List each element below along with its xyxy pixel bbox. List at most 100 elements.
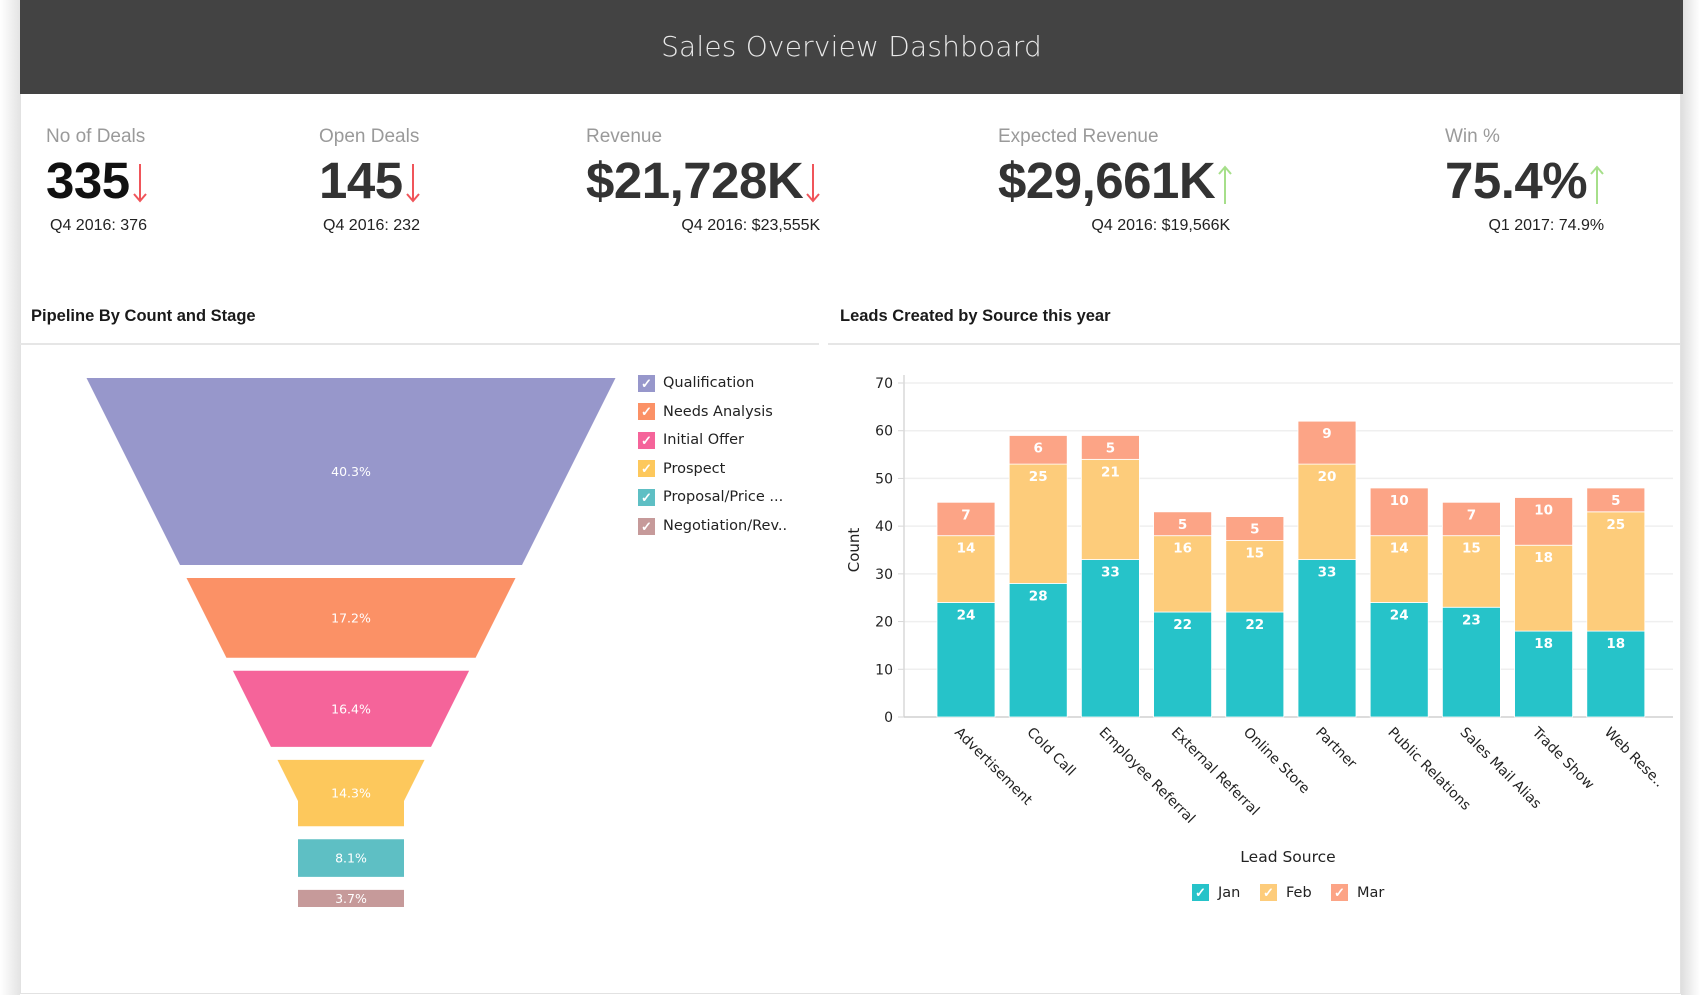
bar-data-label: 5: [1250, 522, 1259, 538]
y-tick-label: 20: [875, 615, 893, 631]
funnel-stage-initial-offer[interactable]: 16.4%: [232, 670, 470, 747]
bar-data-label: 23: [1462, 612, 1481, 628]
bar-group-partner[interactable]: 33 20 9: [1297, 420, 1357, 718]
checkbox-checked-icon[interactable]: ✓: [638, 431, 655, 449]
bar-group-advertisement[interactable]: 24 14 7: [936, 501, 996, 718]
legend-label: Needs Analysis: [663, 403, 773, 420]
bar-group-online-store[interactable]: 22 15 5: [1225, 516, 1285, 718]
bar-data-label: 15: [1245, 545, 1264, 561]
bar-data-label: 5: [1611, 493, 1620, 509]
checkbox-checked-icon[interactable]: ✓: [1331, 884, 1348, 901]
y-tick-label: 50: [875, 471, 893, 487]
bar-group-trade-show[interactable]: 18 18 10: [1514, 497, 1573, 718]
kpi-value: $29,661K: [998, 152, 1216, 209]
funnel-stage-qualification[interactable]: 40.3%: [86, 378, 616, 565]
bar-panel-title: Leads Created by Source this year: [840, 307, 1111, 325]
bar-group-sales-mail-alias[interactable]: 23 15 7: [1442, 501, 1501, 718]
x-tick-label: Trade Show: [1528, 724, 1597, 793]
bar-group-public-relations[interactable]: 24 14 10: [1369, 487, 1429, 718]
x-tick-label: Advertisement: [951, 725, 1035, 809]
bar-data-label: 15: [1462, 541, 1481, 557]
funnel-segment-label: 3.7%: [335, 891, 367, 906]
bar-data-label: 25: [1606, 517, 1625, 533]
kpi-label: Expected Revenue: [998, 126, 1159, 147]
legend-label: Mar: [1357, 884, 1385, 901]
legend-label: Qualification: [663, 375, 755, 391]
bar-data-label: 16: [1173, 541, 1192, 557]
bar-data-label: 7: [961, 507, 970, 523]
bar-data-label: 22: [1245, 617, 1264, 633]
bar-group-web-rese-[interactable]: 18 25 5: [1586, 487, 1646, 718]
checkbox-checked-icon[interactable]: ✓: [638, 460, 655, 478]
funnel-segment-label: 8.1%: [335, 851, 367, 866]
bar-data-label: 24: [1390, 607, 1409, 623]
bar-legend-item-mar[interactable]: ✓ Mar: [1331, 884, 1384, 901]
legend-label: Feb: [1286, 884, 1312, 901]
funnel-stage-proposal-price-quote[interactable]: 8.1%: [298, 839, 404, 877]
checkbox-checked-icon[interactable]: ✓: [638, 488, 655, 506]
bar-data-label: 5: [1178, 517, 1187, 533]
bar-legend-item-jan[interactable]: ✓ Jan: [1192, 884, 1240, 901]
funnel-stage-prospect[interactable]: 14.3%: [277, 759, 425, 827]
funnel-segment-label: 16.4%: [331, 701, 371, 716]
funnel-segment-label: 40.3%: [331, 464, 371, 479]
y-tick-label: 70: [875, 376, 893, 392]
kpi-comparison: Q4 2016: $19,566K: [1091, 217, 1231, 234]
legend-label: Negotiation/Rev..: [663, 518, 788, 534]
funnel-legend-item[interactable]: ✓ Negotiation/Rev..: [638, 516, 787, 536]
trend-up-arrow-icon: [1590, 165, 1604, 204]
y-tick-label: 30: [875, 567, 893, 583]
x-tick-label: Web Rese..: [1601, 725, 1667, 791]
y-tick-label: 10: [875, 662, 893, 678]
checkbox-checked-icon[interactable]: ✓: [638, 517, 655, 535]
bar-legend-item-feb[interactable]: ✓ Feb: [1260, 884, 1312, 901]
kpi-value: 75.4%: [1445, 152, 1588, 209]
checkbox-checked-icon[interactable]: ✓: [638, 403, 655, 421]
bar-data-label: 7: [1467, 507, 1476, 523]
x-axis-title: Lead Source: [1240, 848, 1335, 866]
legend-label: Prospect: [663, 460, 726, 477]
funnel-legend-item[interactable]: ✓ Initial Offer: [638, 430, 744, 450]
checkbox-checked-icon[interactable]: ✓: [1260, 884, 1277, 901]
bar-data-label: 10: [1534, 503, 1553, 519]
kpi-label: Win %: [1445, 126, 1500, 147]
bar-data-label: 24: [957, 607, 976, 623]
bar-group-external-referral[interactable]: 22 16 5: [1153, 511, 1213, 718]
bar-data-label: 18: [1534, 550, 1553, 566]
x-tick-label: Cold Call: [1023, 725, 1078, 780]
bar-group-cold-call[interactable]: 28 25 6: [1008, 435, 1068, 718]
legend-label: Proposal/Price ...: [663, 489, 784, 506]
bar-segment-jan[interactable]: [1297, 559, 1357, 718]
bar-data-label: 18: [1606, 636, 1625, 652]
funnel-segment-label: 17.2%: [331, 610, 371, 625]
checkbox-checked-icon[interactable]: ✓: [1192, 884, 1209, 901]
funnel-stage-needs-analysis[interactable]: 17.2%: [186, 577, 516, 658]
leads-bar-chart: 010203040506070Count24147Advertisement28…: [845, 375, 1673, 866]
checkbox-checked-icon[interactable]: ✓: [638, 374, 655, 392]
legend-label: Jan: [1218, 884, 1241, 901]
bar-segment-jan[interactable]: [1080, 559, 1140, 718]
y-axis-title: Count: [845, 528, 863, 573]
bar-data-label: 25: [1029, 469, 1048, 485]
kpi-win-percent[interactable]: Win % 75.4% Q1 2017: 74.9%: [1445, 126, 1606, 236]
bar-data-label: 6: [1033, 440, 1042, 456]
bar-data-label: 22: [1173, 617, 1192, 633]
funnel-legend-item[interactable]: ✓ Prospect: [638, 459, 725, 479]
bar-group-employee-referral[interactable]: 33 21 5: [1080, 435, 1140, 718]
funnel-legend-item[interactable]: ✓ Needs Analysis: [638, 402, 773, 422]
bar-data-label: 20: [1318, 469, 1337, 485]
x-tick-label: Online Store: [1240, 725, 1313, 798]
bar-data-label: 9: [1322, 426, 1331, 442]
bar-data-label: 28: [1029, 588, 1048, 604]
y-tick-label: 60: [875, 424, 893, 440]
kpi-expected-revenue[interactable]: Expected Revenue $29,661K Q4 2016: $19,5…: [998, 126, 1234, 236]
bar-data-label: 10: [1390, 493, 1409, 509]
funnel-legend-item[interactable]: ✓ Proposal/Price ...: [638, 487, 783, 507]
x-tick-label: Partner: [1312, 725, 1359, 772]
funnel-segment-label: 14.3%: [331, 786, 371, 801]
bar-data-label: 33: [1318, 565, 1337, 581]
trend-up-arrow-icon: [1218, 165, 1232, 204]
funnel-legend-item[interactable]: ✓ Qualification: [638, 373, 754, 393]
funnel-stage-negotiation-review[interactable]: 3.7%: [298, 889, 404, 907]
kpi-comparison: Q1 2017: 74.9%: [1488, 217, 1605, 234]
